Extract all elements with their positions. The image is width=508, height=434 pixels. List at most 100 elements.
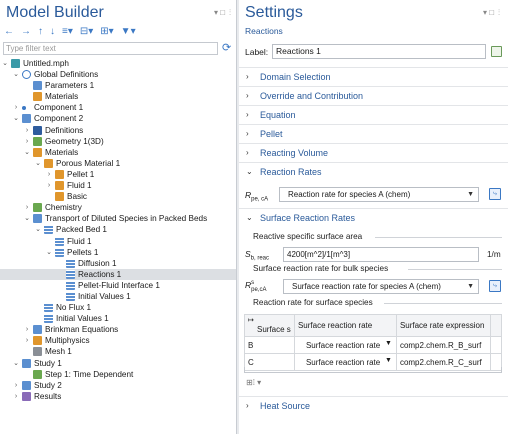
chevron-down-icon[interactable]: ⌄ bbox=[34, 224, 42, 235]
rate-select-cell[interactable]: Surface reaction rate ▼ bbox=[293, 336, 397, 354]
section-reaction-rates[interactable]: ⌄ Reaction Rates bbox=[239, 162, 508, 181]
tree-item-label: Definitions bbox=[45, 125, 84, 135]
chevron-right-icon: › bbox=[246, 148, 249, 157]
surface-area-input[interactable]: 4200[m^2]/1[m^3] bbox=[283, 247, 479, 262]
section-surface-reaction-rates[interactable]: ⌄ Surface Reaction Rates bbox=[239, 208, 508, 227]
node-icon bbox=[55, 181, 64, 191]
bulk-rate-select[interactable]: Surface reaction rate for species A (che… bbox=[283, 279, 479, 294]
pin-icon[interactable]: ⫶ bbox=[229, 8, 231, 18]
section-domain-selection[interactable]: › Domain Selection bbox=[239, 67, 508, 86]
chevron-down-icon[interactable]: ⌄ bbox=[23, 147, 31, 158]
chevron-right-icon: › bbox=[246, 401, 249, 410]
tree-item-chemistry[interactable]: › Chemistry bbox=[0, 202, 236, 213]
tree-item-multiphysics[interactable]: › Multiphysics bbox=[0, 335, 236, 346]
filter-menu-icon[interactable]: ▼▾ bbox=[121, 26, 136, 38]
node-icon bbox=[33, 92, 42, 102]
chevron-down-icon[interactable]: ⌄ bbox=[1, 58, 9, 69]
header-label: Surface s bbox=[257, 325, 291, 334]
show-more-icon[interactable]: ≡▾ bbox=[62, 26, 73, 38]
section-reacting-volume[interactable]: › Reacting Volume bbox=[239, 143, 508, 162]
tree-item-pellet-fluid-interface-1[interactable]: Pellet-Fluid Interface 1 bbox=[0, 280, 236, 291]
tree-item-component-2[interactable]: ⌄ Component 2 bbox=[0, 113, 236, 124]
node-icon bbox=[44, 225, 53, 235]
down-arrow-icon[interactable]: ↓ bbox=[50, 26, 55, 38]
tree-item-label: Parameters 1 bbox=[45, 81, 95, 91]
chevron-right-icon[interactable]: › bbox=[45, 180, 53, 191]
section-override[interactable]: › Override and Contribution bbox=[239, 86, 508, 105]
tree-item-study-2[interactable]: › Study 2 bbox=[0, 380, 236, 391]
tree-item-fluid-1[interactable]: Fluid 1 bbox=[0, 236, 236, 247]
table-header-species[interactable]: ↦ Surface s bbox=[244, 314, 295, 337]
tree-item-study-1[interactable]: ⌄ Study 1 bbox=[0, 358, 236, 369]
tree-item-definitions[interactable]: › Definitions bbox=[0, 125, 236, 136]
chevron-down-icon[interactable]: ⌄ bbox=[45, 247, 53, 258]
node-icon bbox=[66, 258, 75, 268]
chevron-right-icon[interactable]: › bbox=[23, 136, 31, 147]
table-row[interactable]: B Surface reaction rate ▼ comp2.chem.R_B_… bbox=[244, 336, 503, 354]
tree-item-initial-values-1[interactable]: Initial Values 1 bbox=[0, 313, 236, 324]
reaction-rate-symbol: Rpe, cA bbox=[245, 190, 269, 203]
table-header-rate[interactable]: Surface reaction rate bbox=[293, 314, 397, 337]
tree-item-diffusion-1[interactable]: Diffusion 1 bbox=[0, 258, 236, 269]
reaction-rate-select[interactable]: Reaction rate for species A (chem) ▼ bbox=[279, 187, 479, 202]
chevron-down-icon[interactable]: ⌄ bbox=[12, 69, 20, 80]
chevron-down-icon[interactable]: ⌄ bbox=[23, 213, 31, 224]
chevron-right-icon[interactable]: › bbox=[45, 169, 53, 180]
chevron-down-icon[interactable]: ⌄ bbox=[34, 158, 42, 169]
expression-cell[interactable]: comp2.chem.R_B_surf bbox=[395, 336, 491, 354]
chevron-right-icon[interactable]: › bbox=[12, 380, 20, 391]
tree-item-mesh-1[interactable]: Mesh 1 bbox=[0, 346, 236, 357]
tree-item-brinkman-equations[interactable]: › Brinkman Equations bbox=[0, 324, 236, 335]
minimize-icon[interactable]: ▾ □ bbox=[214, 8, 225, 17]
tree-item-pellets-1[interactable]: ⌄ Pellets 1 bbox=[0, 247, 236, 258]
chevron-right-icon[interactable]: › bbox=[23, 202, 31, 213]
table-header-expression[interactable]: Surface rate expression bbox=[395, 314, 491, 337]
chevron-down-icon[interactable]: ⌄ bbox=[12, 358, 20, 369]
section-equation[interactable]: › Equation bbox=[239, 105, 508, 124]
tree-item-materials[interactable]: ⌄ Materials bbox=[0, 147, 236, 158]
collapse-icon[interactable]: ⊟▾ bbox=[80, 26, 93, 38]
back-arrow-icon[interactable]: ← bbox=[4, 26, 14, 38]
minimize-icon[interactable]: ▾ □ bbox=[483, 8, 494, 17]
pin-icon[interactable]: ⫶ bbox=[498, 8, 500, 18]
up-arrow-icon[interactable]: ↑ bbox=[38, 26, 43, 38]
chevron-right-icon[interactable]: › bbox=[12, 102, 20, 113]
node-icon bbox=[66, 269, 75, 279]
tree-item-geometry-1[interactable]: › Geometry 1(3D) bbox=[0, 136, 236, 147]
chevron-right-icon[interactable]: › bbox=[23, 324, 31, 335]
tree-item-global-definitions[interactable]: ⌄ Global Definitions bbox=[0, 69, 236, 80]
label-input[interactable]: Reactions 1 bbox=[272, 44, 486, 59]
expand-icon[interactable]: ⊞▾ bbox=[100, 26, 113, 38]
tree-item-label: Component 1 bbox=[34, 103, 84, 113]
table-toolbar-icon[interactable]: ⊞⁞ ▾ bbox=[246, 378, 261, 387]
tree-item-materials-global[interactable]: Materials bbox=[0, 91, 236, 102]
chevron-right-icon[interactable]: › bbox=[23, 335, 31, 346]
chevron-down-icon[interactable]: ⌄ bbox=[12, 113, 20, 124]
tree-item-initial-values-1-pellet[interactable]: Initial Values 1 bbox=[0, 291, 236, 302]
section-heat-source[interactable]: › Heat Source bbox=[239, 396, 508, 415]
go-to-source-button[interactable]: ⤷ bbox=[489, 280, 501, 292]
tree-item-step-1[interactable]: Step 1: Time Dependent bbox=[0, 369, 236, 380]
label-settings-icon[interactable] bbox=[491, 46, 502, 57]
go-to-source-button[interactable]: ⤷ bbox=[489, 188, 501, 200]
tree-item-untitled[interactable]: ⌄ Untitled.mph bbox=[0, 58, 236, 69]
chevron-right-icon[interactable]: › bbox=[23, 125, 31, 136]
tree-item-packed-bed-1[interactable]: ⌄ Packed Bed 1 bbox=[0, 224, 236, 235]
species-cell[interactable]: B bbox=[244, 336, 295, 354]
filter-input[interactable]: Type filter text bbox=[3, 42, 218, 55]
tree-item-no-flux-1[interactable]: No Flux 1 bbox=[0, 302, 236, 313]
forward-arrow-icon[interactable]: → bbox=[21, 26, 31, 38]
tree-item-fluid-1-mat[interactable]: › Fluid 1 bbox=[0, 180, 236, 191]
refresh-icon[interactable]: ⟳ bbox=[222, 41, 231, 54]
tree-item-parameters-1[interactable]: Parameters 1 bbox=[0, 80, 236, 91]
tree-item-porous-material-1[interactable]: ⌄ Porous Material 1 bbox=[0, 158, 236, 169]
chevron-right-icon[interactable]: › bbox=[12, 391, 20, 402]
tree-item-results[interactable]: › Results bbox=[0, 391, 236, 402]
tree-item-component-1[interactable]: › Component 1 bbox=[0, 102, 236, 113]
tree-item-label: Pellets 1 bbox=[67, 247, 99, 257]
tree-item-transport[interactable]: ⌄ Transport of Diluted Species in Packed … bbox=[0, 213, 236, 224]
tree-item-reactions-1[interactable]: Reactions 1 bbox=[0, 268, 236, 280]
section-pellet[interactable]: › Pellet bbox=[239, 124, 508, 143]
tree-item-basic[interactable]: Basic bbox=[0, 191, 236, 202]
tree-item-pellet-1[interactable]: › Pellet 1 bbox=[0, 169, 236, 180]
